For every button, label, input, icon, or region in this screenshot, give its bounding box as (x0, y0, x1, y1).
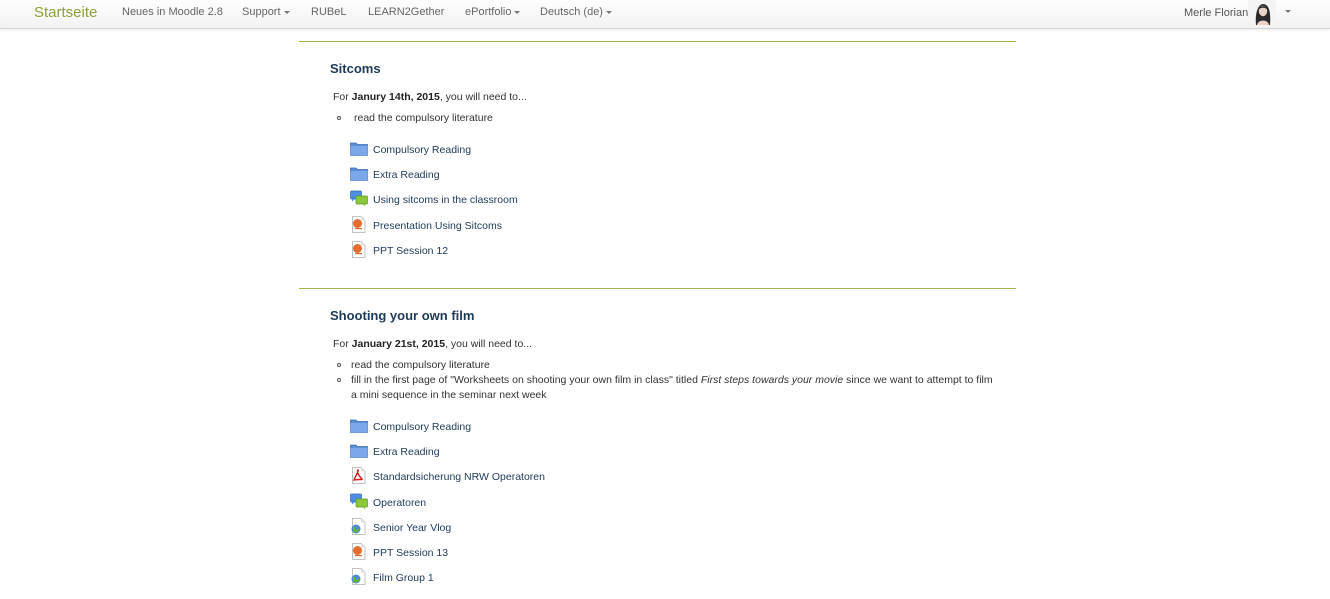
list-item: fill in the first page of "Worksheets on… (337, 373, 1001, 403)
summary-suffix: , you will need to... (439, 91, 527, 103)
caret-down-icon (283, 10, 290, 14)
powerpoint-icon (350, 543, 368, 560)
list-item: read the compulsory literature (337, 358, 1001, 373)
nav-item-neues-in-moodle[interactable]: Neues in Moodle 2.8 (122, 6, 223, 18)
activity-link[interactable]: PPT Session 12 (373, 245, 448, 257)
avatar[interactable] (1248, 0, 1276, 25)
section-title[interactable]: Shooting your own film (330, 308, 474, 323)
bullet-icon (337, 116, 341, 120)
pdf-icon (350, 467, 368, 485)
activity-link[interactable]: Using sitcoms in the classroom (373, 194, 518, 206)
task-text: read the compulsory literature (351, 359, 490, 371)
activity-link[interactable]: Compulsory Reading (373, 144, 471, 156)
task-text-italic: First steps towards your movie (700, 374, 844, 386)
folder-icon (350, 165, 368, 182)
nav-item-label: ePortfolio (465, 6, 512, 18)
url-icon (350, 517, 368, 535)
activity-link[interactable]: Operatoren (373, 497, 426, 509)
forum-icon (350, 190, 368, 207)
caret-down-icon (605, 10, 612, 14)
nav-item-label: Neues in Moodle 2.8 (122, 6, 223, 18)
summary-prefix: For (333, 91, 352, 103)
folder-icon (350, 140, 368, 157)
forum-icon (350, 493, 368, 510)
top-navbar: Startseite Neues in Moodle 2.8 Support R… (0, 0, 1330, 29)
nav-item-label: Support (242, 6, 281, 18)
summary-date: January 21st, 2015 (351, 338, 446, 350)
nav-item-label: RUBeL (311, 6, 347, 18)
nav-item-learn2gether[interactable]: LEARN2Gether (368, 6, 444, 18)
summary-suffix: , you will need to... (445, 338, 533, 350)
nav-item-label: Deutsch (de) (540, 6, 603, 18)
folder-icon (350, 442, 368, 459)
activity-link[interactable]: Presentation Using Sitcoms (373, 220, 502, 232)
url-icon (350, 568, 368, 586)
section-divider (299, 288, 1016, 289)
powerpoint-icon (350, 215, 368, 233)
list-item: read the compulsory literature (337, 111, 1004, 126)
bullet-icon (337, 363, 341, 367)
nav-item-language[interactable]: Deutsch (de) (540, 6, 612, 18)
section-title[interactable]: Sitcoms (330, 61, 381, 76)
nav-item-label: LEARN2Gether (368, 6, 445, 18)
activity-link[interactable]: Extra Reading (373, 446, 440, 458)
nav-item-rubel[interactable]: RUBeL (311, 6, 346, 18)
powerpoint-icon (350, 240, 368, 258)
user-name[interactable]: Merle Florian (1184, 7, 1248, 19)
activity-link[interactable]: Film Group 1 (373, 572, 434, 584)
task-list: read the compulsory literature (337, 111, 1004, 126)
section-summary: For Janury 14th, 2015, you will need to.… (333, 91, 527, 103)
bullet-icon (337, 378, 341, 382)
nav-item-eportfolio[interactable]: ePortfolio (465, 6, 521, 18)
activity-link[interactable]: Senior Year Vlog (373, 522, 451, 534)
task-list: read the compulsory literature fill in t… (337, 358, 1001, 403)
caret-down-icon (514, 10, 521, 14)
activity-link[interactable]: PPT Session 13 (373, 547, 448, 559)
task-text: fill in the first page of "Worksheets on… (351, 373, 1001, 403)
brand-link[interactable]: Startseite (34, 4, 97, 21)
user-avatar-icon (1248, 0, 1276, 25)
activity-link[interactable]: Compulsory Reading (373, 421, 471, 433)
summary-prefix: For (333, 338, 352, 350)
section-summary: For January 21st, 2015, you will need to… (333, 338, 532, 350)
task-text-before: fill in the first page of "Worksheets on… (351, 374, 701, 386)
task-text: read the compulsory literature (354, 112, 493, 124)
activity-link[interactable]: Extra Reading (373, 169, 440, 181)
summary-date: Janury 14th, 2015 (351, 91, 440, 103)
section-divider (299, 41, 1016, 42)
user-menu-caret-icon[interactable] (1285, 10, 1291, 13)
activity-link[interactable]: Standardsicherung NRW Operatoren (373, 471, 545, 483)
nav-item-support[interactable]: Support (242, 6, 290, 18)
folder-icon (350, 417, 368, 434)
